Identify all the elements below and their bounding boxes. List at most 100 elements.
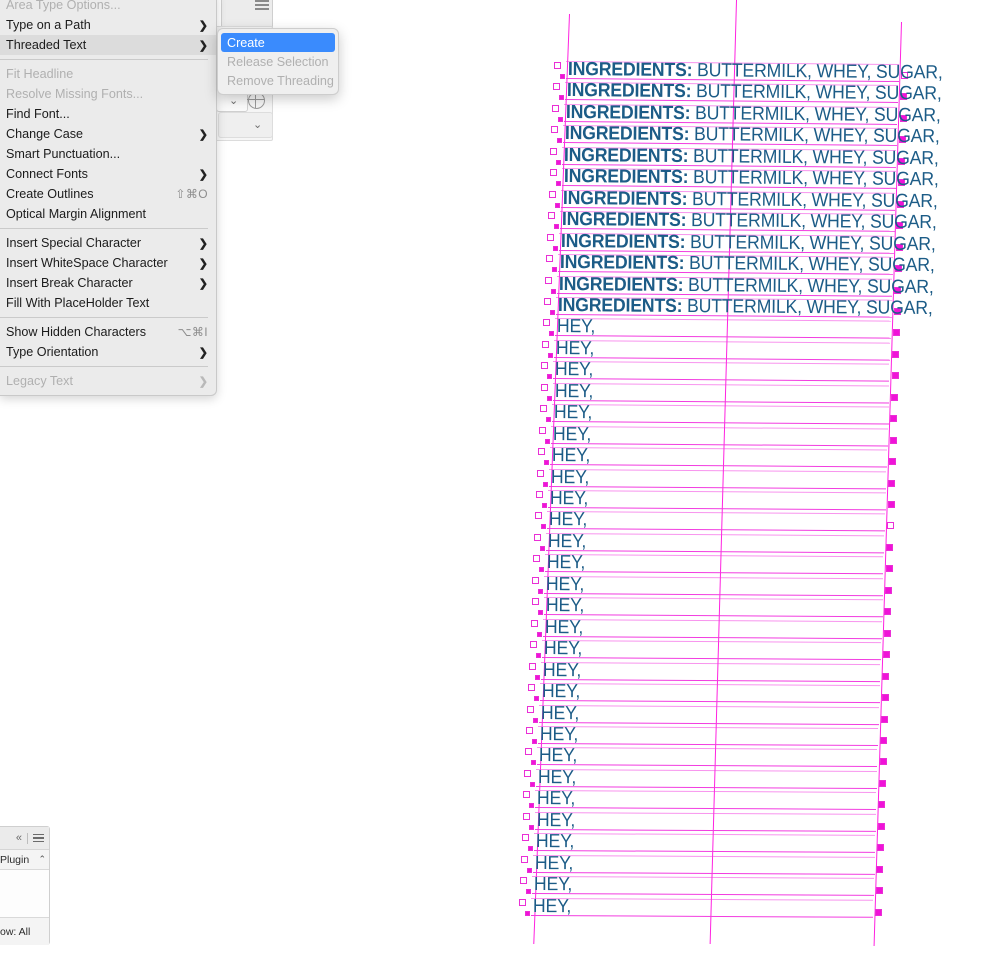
text-frame-out-port[interactable] [876, 866, 883, 873]
text-frame-in-port[interactable] [549, 191, 556, 198]
text-frame-link-dot[interactable] [558, 117, 563, 122]
collapse-icon[interactable]: « [16, 832, 22, 844]
type-context-menu[interactable]: Area Type Options...Type on a Path❯Threa… [0, 0, 217, 396]
text-frame-link-dot[interactable] [555, 203, 560, 208]
text-frame-out-port[interactable] [894, 308, 901, 315]
text-frame-link-dot[interactable] [549, 331, 554, 336]
text-frame-in-port[interactable] [545, 277, 552, 284]
text-frame-out-port[interactable] [876, 887, 883, 894]
text-frame-link-dot[interactable] [530, 782, 535, 787]
text-frame-out-port[interactable] [888, 501, 895, 508]
panel-secondary-field[interactable]: ⌄ [218, 112, 273, 138]
text-frame-in-port[interactable] [542, 341, 549, 348]
text-frame-out-port[interactable] [898, 158, 905, 165]
text-frame-link-dot[interactable] [559, 95, 564, 100]
menu-item-insert-break-character[interactable]: Insert Break Character❯ [0, 273, 216, 293]
text-frame-out-port[interactable] [897, 201, 904, 208]
text-frame-in-port[interactable] [536, 491, 543, 498]
text-frame-in-port[interactable] [538, 448, 545, 455]
text-frame-in-port[interactable] [539, 427, 546, 434]
text-frame-in-port[interactable] [547, 234, 554, 241]
text-frame-in-port[interactable] [522, 834, 529, 841]
menu-item-smart-punctuation[interactable]: Smart Punctuation... [0, 144, 216, 164]
text-frame-in-port[interactable] [521, 856, 528, 863]
text-frame-out-port[interactable] [880, 758, 887, 765]
menu-item-threaded-text[interactable]: Threaded Text❯ [0, 35, 216, 55]
text-frame-link-dot[interactable] [545, 439, 550, 444]
text-frame-in-port[interactable] [554, 62, 561, 69]
text-frame-link-dot[interactable] [540, 546, 545, 551]
text-frame-link-dot[interactable] [532, 739, 537, 744]
text-frame-in-port[interactable] [552, 105, 559, 112]
text-frame-link-dot[interactable] [546, 417, 551, 422]
text-frame-link-dot[interactable] [531, 760, 536, 765]
menu-item-optical-margin-alignment[interactable]: Optical Margin Alignment [0, 204, 216, 224]
text-frame-link-dot[interactable] [534, 696, 539, 701]
text-frame-out-port[interactable] [879, 780, 886, 787]
text-frame-link-dot[interactable] [541, 524, 546, 529]
text-frame-in-port[interactable] [543, 319, 550, 326]
text-frame-in-port[interactable] [532, 577, 539, 584]
text-frame-link-dot[interactable] [525, 911, 530, 916]
text-frame-in-port[interactable] [537, 470, 544, 477]
text-frame-out-port[interactable] [899, 136, 906, 143]
text-frame-in-port[interactable] [548, 212, 555, 219]
dock-menu-icon[interactable] [33, 834, 44, 843]
chevron-up-icon[interactable]: ⌃ [38, 854, 49, 865]
text-frame-in-port[interactable] [535, 512, 542, 519]
text-frame-out-port[interactable] [890, 415, 897, 422]
text-frame-link-dot[interactable] [554, 224, 559, 229]
text-frame-in-port[interactable] [531, 620, 538, 627]
text-frame-in-port[interactable] [528, 684, 535, 691]
text-frame-out-port[interactable] [896, 222, 903, 229]
threaded-text-submenu[interactable]: CreateRelease SelectionRemove Threading [217, 28, 339, 95]
text-frame-in-port[interactable] [525, 748, 532, 755]
text-frame-in-port[interactable] [541, 362, 548, 369]
menu-item-insert-special-character[interactable]: Insert Special Character❯ [0, 233, 216, 253]
text-frame-link-dot[interactable] [547, 396, 552, 401]
text-frame-out-port[interactable] [900, 93, 907, 100]
text-frame-link-dot[interactable] [556, 181, 561, 186]
text-frame-out-port[interactable] [896, 244, 903, 251]
menu-item-create-outlines[interactable]: Create Outlines⇧⌘O [0, 184, 216, 204]
menu-item-connect-fonts[interactable]: Connect Fonts❯ [0, 164, 216, 184]
text-frame-out-port[interactable] [884, 630, 891, 637]
text-frame-link-dot[interactable] [542, 503, 547, 508]
menu-item-type-on-a-path[interactable]: Type on a Path❯ [0, 15, 216, 35]
text-frame-in-port[interactable] [544, 298, 551, 305]
text-frame-out-port[interactable] [893, 329, 900, 336]
text-frame-out-port[interactable] [877, 844, 884, 851]
text-frame-out-port[interactable] [880, 737, 887, 744]
text-frame-out-port[interactable] [889, 458, 896, 465]
text-frame-link-dot[interactable] [538, 610, 543, 615]
text-frame-in-port[interactable] [523, 813, 530, 820]
text-frame-link-dot[interactable] [526, 889, 531, 894]
text-frame-in-port[interactable] [533, 555, 540, 562]
text-frame-in-port[interactable] [550, 148, 557, 155]
text-frame-link-dot[interactable] [539, 567, 544, 572]
text-frame-in-port[interactable] [519, 899, 526, 906]
text-frame-link-dot[interactable] [556, 160, 561, 165]
text-frame-in-port[interactable] [527, 706, 534, 713]
menu-item-find-font[interactable]: Find Font... [0, 104, 216, 124]
text-frame-link-dot[interactable] [529, 825, 534, 830]
text-frame-link-dot[interactable] [557, 138, 562, 143]
text-frame-out-port[interactable] [881, 716, 888, 723]
text-frame-link-dot[interactable] [548, 353, 553, 358]
text-frame-out-port[interactable] [895, 265, 902, 272]
menu-item-change-case[interactable]: Change Case❯ [0, 124, 216, 144]
text-frame-out-port[interactable] [878, 801, 885, 808]
text-frame-out-port[interactable] [886, 565, 893, 572]
menu-item-fill-with-placeholder-text[interactable]: Fill With PlaceHolder Text [0, 293, 216, 313]
text-frame-in-port[interactable] [532, 598, 539, 605]
text-frame-in-port[interactable] [546, 255, 553, 262]
text-frame-in-port[interactable] [540, 405, 547, 412]
text-frame-out-port[interactable] [892, 372, 899, 379]
menu-item-type-orientation[interactable]: Type Orientation❯ [0, 342, 216, 362]
text-frame-link-dot[interactable] [535, 675, 540, 680]
text-frame-out-port[interactable] [890, 437, 897, 444]
text-frame-out-port[interactable] [901, 72, 908, 79]
text-frame-out-port[interactable] [888, 480, 895, 487]
text-frame-link-dot[interactable] [536, 653, 541, 658]
text-frame-out-port[interactable] [887, 522, 894, 529]
